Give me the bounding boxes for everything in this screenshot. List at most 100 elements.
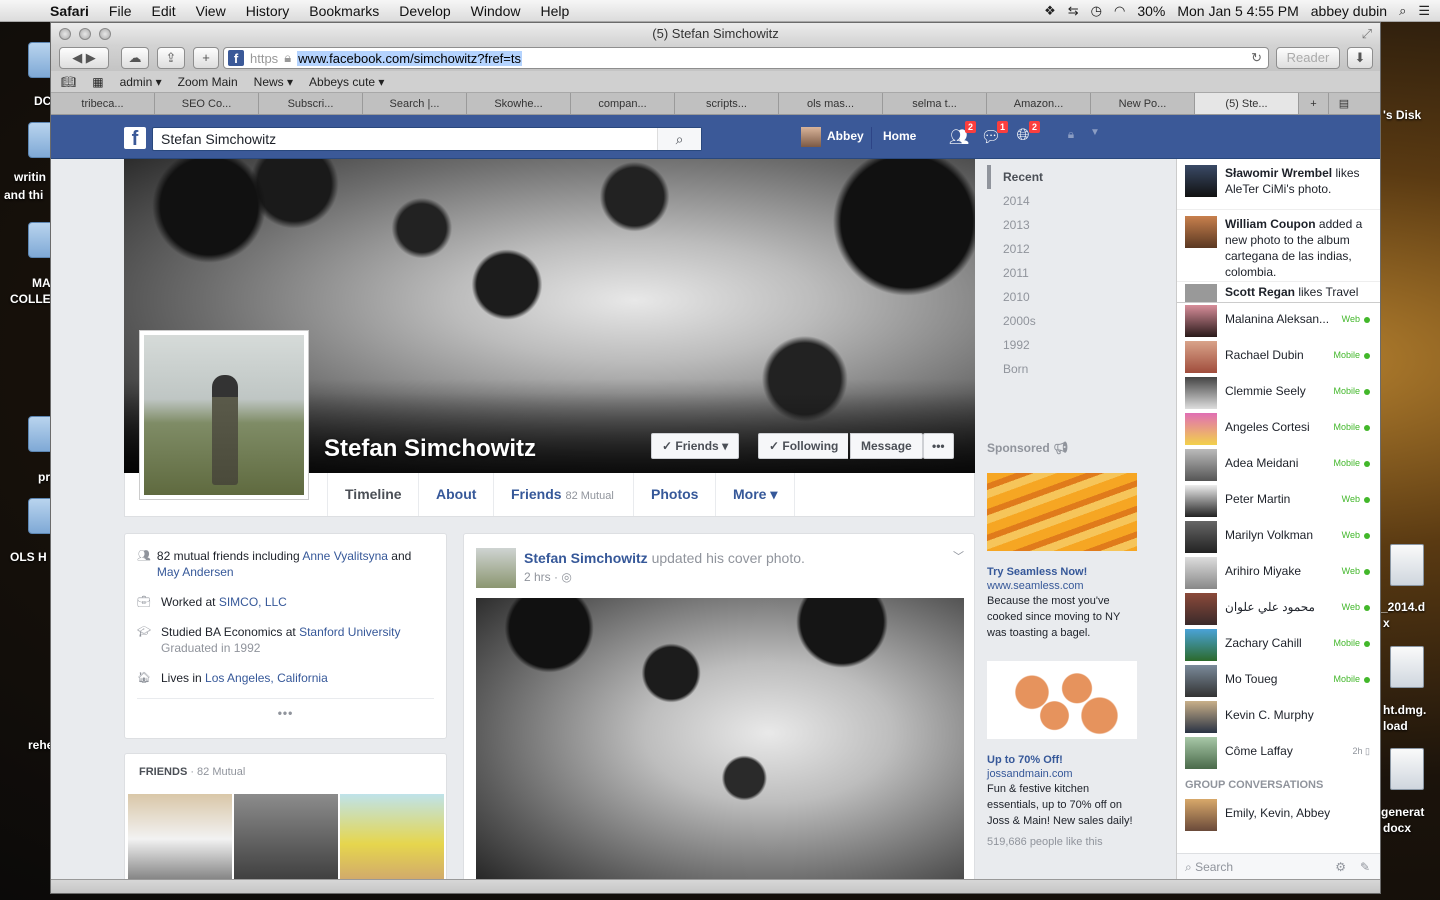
clock[interactable]: Mon Jan 5 4:55 PM — [1177, 3, 1298, 19]
friend-requests-icon[interactable]: 👥︎ 2 — [947, 121, 976, 149]
ticker-avatar[interactable] — [1185, 165, 1217, 197]
chat-contact[interactable]: Adea Meidani Mobile — [1177, 447, 1380, 483]
window-titlebar[interactable]: (5) Stefan Simchowitz ⤢ — [51, 23, 1380, 45]
nav-profile-link[interactable]: Abbey — [827, 129, 864, 143]
ad-image[interactable] — [987, 661, 1137, 739]
menu-edit[interactable]: Edit — [141, 3, 185, 19]
profile-picture[interactable] — [139, 330, 309, 500]
chat-contact[interactable]: محمود علي علوان Web — [1177, 591, 1380, 627]
city-link[interactable]: Los Angeles, California — [205, 671, 328, 685]
tab-friends[interactable]: Friends 82 Mutual — [493, 473, 631, 516]
desktop-label[interactable]: and thi — [4, 188, 43, 202]
desktop-label[interactable]: MA — [32, 276, 51, 290]
friend-thumbnail[interactable] — [340, 794, 444, 881]
browser-tab[interactable]: compan... — [571, 93, 675, 114]
ad-unit[interactable]: Try Seamless Now! www.seamless.com Becau… — [987, 473, 1137, 641]
ticker-name[interactable]: William Coupon — [1225, 217, 1316, 231]
gear-icon[interactable]: ⚙ — [1335, 854, 1346, 880]
year-item[interactable]: 1992 — [987, 333, 1107, 357]
browser-tab[interactable]: SEO Co... — [155, 93, 259, 114]
friends-button[interactable]: ✓ Friends ▾ — [651, 433, 740, 459]
chat-contact[interactable]: Peter Martin Web — [1177, 483, 1380, 519]
following-button[interactable]: ✓ Following — [758, 433, 849, 459]
search-input[interactable]: Stefan Simchowitz — [153, 131, 657, 147]
year-item[interactable]: Born — [987, 357, 1107, 381]
sync-icon[interactable]: ⇆ — [1068, 3, 1079, 19]
battery-percent[interactable]: 30% — [1137, 3, 1165, 19]
bookmark-news[interactable]: News ▾ — [254, 75, 293, 89]
chat-contact[interactable]: Arihiro Miyake Web — [1177, 555, 1380, 591]
desktop-file-icon[interactable] — [1390, 748, 1424, 790]
ad-url[interactable]: www.seamless.com — [987, 579, 1137, 593]
chat-contact[interactable]: Marilyn Volkman Web — [1177, 519, 1380, 555]
desktop-label[interactable]: generat — [1381, 805, 1424, 819]
downloads-icon[interactable]: ⬇ — [1347, 47, 1373, 69]
year-item[interactable]: 2014 — [987, 189, 1107, 213]
message-button[interactable]: Message — [850, 433, 923, 459]
chat-contact[interactable]: Zachary Cahill Mobile — [1177, 627, 1380, 663]
notifications-globe-icon[interactable]: 🌐︎ 2 — [1011, 121, 1040, 149]
post-photo[interactable] — [476, 598, 964, 881]
menu-history[interactable]: History — [236, 3, 300, 19]
ticker-avatar[interactable] — [1185, 284, 1217, 302]
chat-search-input[interactable]: Search — [1195, 860, 1233, 874]
desktop-label[interactable]: COLLE — [10, 292, 51, 306]
privacy-lock-icon[interactable]: 🔒︎ — [1059, 127, 1083, 149]
more-options-button[interactable]: ••• — [923, 433, 954, 459]
profile-name[interactable]: Stefan Simchowitz — [324, 435, 536, 463]
url-text[interactable]: www.facebook.com/simchowitz?fref=ts — [297, 50, 522, 66]
tab-timeline[interactable]: Timeline — [327, 473, 419, 516]
browser-tab[interactable]: tribeca... — [51, 93, 155, 114]
ticker-name[interactable]: Scott Regan — [1225, 285, 1295, 299]
ad-unit[interactable]: Up to 70% Off! jossandmain.com Fun & fes… — [987, 661, 1137, 849]
desktop-label[interactable]: x — [1383, 616, 1390, 630]
year-item[interactable]: 2011 — [987, 261, 1107, 285]
reload-icon[interactable]: ↻ — [1251, 50, 1262, 66]
desktop-label[interactable]: load — [1383, 719, 1408, 733]
fullscreen-icon[interactable]: ⤢ — [1362, 23, 1372, 45]
tab-about[interactable]: About — [418, 473, 493, 516]
group-conversation[interactable]: Emily, Kevin, Abbey — [1177, 797, 1380, 833]
desktop-label[interactable]: pr — [38, 470, 50, 484]
browser-tab-active[interactable]: (5) Ste... — [1195, 93, 1299, 114]
chat-contact[interactable]: Angeles Cortesi Mobile — [1177, 411, 1380, 447]
tab-photos[interactable]: Photos — [633, 473, 715, 516]
add-tab-icon[interactable]: + — [1299, 93, 1329, 114]
account-dropdown-icon[interactable]: ▼ — [1083, 127, 1107, 149]
mutual-friend-link[interactable]: Anne Vyalitsyna — [302, 549, 388, 563]
year-item[interactable]: 2000s — [987, 309, 1107, 333]
friends-box-header[interactable]: FRIENDS · 82 Mutual — [125, 754, 446, 790]
menu-view[interactable]: View — [186, 3, 236, 19]
zoom-window-icon[interactable] — [99, 28, 111, 40]
search-icon[interactable]: ⌕ — [657, 128, 701, 150]
chat-contact[interactable]: Kevin C. Murphy — [1177, 699, 1380, 735]
desktop-label[interactable]: _2014.d — [1381, 600, 1425, 614]
browser-tab[interactable]: Amazon... — [987, 93, 1091, 114]
share-icon[interactable]: ⇪ — [157, 47, 185, 69]
post-options-chevron-icon[interactable]: ﹀ — [953, 548, 964, 564]
menu-develop[interactable]: Develop — [389, 3, 460, 19]
chat-contact[interactable]: Mo Toueg Mobile — [1177, 663, 1380, 699]
browser-tab[interactable]: Skowhe... — [467, 93, 571, 114]
address-bar[interactable]: f https 🔒︎ www.facebook.com/simchowitz?f… — [223, 47, 1269, 69]
menu-help[interactable]: Help — [530, 3, 579, 19]
year-item[interactable]: Recent — [987, 165, 1107, 189]
year-item[interactable]: 2012 — [987, 237, 1107, 261]
notification-center-icon[interactable]: ☰ — [1418, 3, 1430, 19]
bookmark-admin[interactable]: admin ▾ — [120, 75, 162, 89]
menu-bookmarks[interactable]: Bookmarks — [299, 3, 389, 19]
nav-home-link[interactable]: Home — [883, 129, 916, 143]
chat-contact[interactable]: Malanina Aleksan... Web — [1177, 303, 1380, 339]
browser-tab[interactable]: selma t... — [883, 93, 987, 114]
browser-tab[interactable]: scripts... — [675, 93, 779, 114]
bookmark-abbeys-cute[interactable]: Abbeys cute ▾ — [309, 75, 384, 89]
browser-tab[interactable]: ols mas... — [779, 93, 883, 114]
top-sites-icon[interactable]: ▦ — [92, 75, 103, 89]
menu-file[interactable]: File — [99, 3, 142, 19]
desktop-label[interactable]: OLS H — [10, 550, 47, 564]
chat-contact[interactable]: Clemmie Seely Mobile — [1177, 375, 1380, 411]
ad-title[interactable]: Up to 70% Off! — [987, 753, 1137, 767]
ad-url[interactable]: jossandmain.com — [987, 767, 1137, 781]
new-tab-icon[interactable]: + — [193, 47, 219, 69]
mutual-friend-link[interactable]: May Andersen — [157, 565, 234, 579]
